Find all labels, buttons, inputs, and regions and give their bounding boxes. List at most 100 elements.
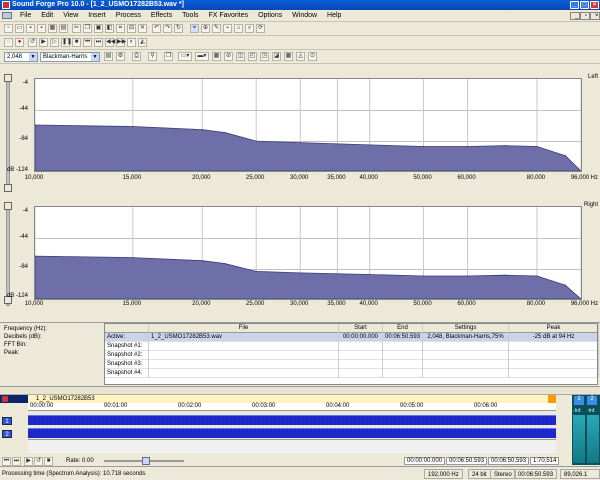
menu-window[interactable]: Window	[288, 10, 321, 22]
stop-icon[interactable]: ■	[72, 38, 81, 47]
menu-insert[interactable]: Insert	[84, 10, 110, 22]
event-tool-icon[interactable]: ⌂	[234, 24, 243, 33]
graph-type-icon[interactable]: ▭▾	[178, 52, 192, 61]
magnify-tool-icon[interactable]: ⊕	[201, 24, 210, 33]
channel-2-button[interactable]: 2	[2, 430, 12, 438]
pause-icon[interactable]: ❚❚	[61, 38, 72, 47]
cut-icon[interactable]: ✂	[72, 24, 81, 33]
play-icon[interactable]: ▷	[50, 38, 59, 47]
color-scheme-icon[interactable]: ▬▾	[195, 52, 209, 61]
menu-view[interactable]: View	[59, 10, 82, 22]
maximize-button[interactable]: □	[580, 1, 589, 9]
copy-graph-icon[interactable]: ❐	[164, 52, 173, 61]
open-folder-icon[interactable]: ▭	[15, 24, 24, 33]
delete-icon[interactable]: ✕	[138, 24, 147, 33]
properties-icon[interactable]: ▤	[59, 24, 68, 33]
pencil-tool-icon[interactable]: ✎	[212, 24, 221, 33]
time-ruler[interactable]: 00:00:00 00:01:00 00:02:00 00:03:00 00:04:00…	[28, 403, 556, 411]
mdi-minimize-button[interactable]: _	[570, 12, 580, 20]
minimize-button[interactable]: _	[570, 1, 579, 9]
column-header-settings[interactable]: Settings	[423, 324, 509, 333]
filled-graph-icon[interactable]: ▦	[212, 52, 221, 61]
redo-icon[interactable]: ↷	[163, 24, 172, 33]
save-icon[interactable]: ▪	[26, 24, 35, 33]
column-header-end[interactable]: End	[383, 324, 423, 333]
go-to-end-icon[interactable]: ⏭	[94, 38, 103, 47]
go-to-end-icon[interactable]: ⏭	[12, 457, 21, 466]
menu-edit[interactable]: Edit	[37, 10, 57, 22]
metronome-icon[interactable]: ◭	[138, 38, 147, 47]
snapshot-icon[interactable]: ▤	[104, 52, 113, 61]
refresh-icon[interactable]: ⟳	[256, 24, 265, 33]
rate-slider-knob[interactable]	[142, 457, 150, 465]
scrub-icon[interactable]: ◐	[127, 38, 136, 47]
paste-icon[interactable]: ▣	[94, 24, 103, 33]
menu-fx-favorites[interactable]: FX Favorites	[204, 10, 252, 22]
fft-size-select[interactable]: 2,048 ▼	[4, 52, 38, 62]
position-field[interactable]: 00:00:00.000	[404, 457, 446, 465]
overview-bar[interactable]	[0, 387, 600, 395]
sonogram-icon[interactable]: ◪	[272, 52, 281, 61]
play-icon[interactable]: ▶	[24, 457, 33, 466]
edit-tool-icon[interactable]: ⌖	[190, 24, 199, 33]
new-file-icon[interactable]: ▫	[4, 24, 13, 33]
play-all-icon[interactable]: ▶	[39, 38, 48, 47]
menu-options[interactable]: Options	[254, 10, 286, 22]
printer-icon[interactable]: ⎙	[132, 52, 141, 61]
go-to-start-icon[interactable]: ⏮	[83, 38, 92, 47]
column-header-start[interactable]: Start	[339, 324, 383, 333]
render-icon[interactable]: ▦	[48, 24, 57, 33]
length-field[interactable]: 00:06:50.593	[488, 457, 530, 465]
mdi-restore-button[interactable]: ▫	[580, 12, 590, 20]
mdi-close-button[interactable]: ×	[590, 12, 600, 20]
envelope-tool-icon[interactable]: ⌁	[223, 24, 232, 33]
forward-icon[interactable]: ▶▶	[116, 38, 126, 47]
lock-icon[interactable]: ⚲	[148, 52, 157, 61]
table-row[interactable]: Snapshot #4:	[105, 369, 599, 378]
repeat-icon[interactable]: ↻	[174, 24, 183, 33]
close-button[interactable]: ×	[590, 1, 599, 9]
meter-channel-1-button[interactable]: 1	[574, 396, 584, 405]
table-row[interactable]: Snapshot #2:	[105, 351, 599, 360]
peak-hold-icon[interactable]: ◬	[296, 52, 305, 61]
waveform-channel-2[interactable]	[28, 428, 556, 438]
linear-scale-icon[interactable]: ◳	[260, 52, 269, 61]
search-icon[interactable]: ⌕	[245, 24, 254, 33]
zoom-icon[interactable]: ⊙	[308, 52, 317, 61]
column-header-peak[interactable]: Peak	[509, 324, 599, 333]
meter-channel-2-button[interactable]: 2	[587, 396, 597, 405]
channel-1-button[interactable]: 1	[2, 417, 12, 425]
menu-process[interactable]: Process	[112, 10, 145, 22]
menu-help[interactable]: Help	[323, 10, 345, 22]
no-smoothing-icon[interactable]: ⊘	[224, 52, 233, 61]
menu-tools[interactable]: Tools	[178, 10, 202, 22]
marker-icon[interactable]	[548, 395, 556, 403]
grid-icon[interactable]: ▦	[284, 52, 293, 61]
menu-file[interactable]: File	[16, 10, 35, 22]
loop-playback-icon[interactable]: ↺	[28, 38, 37, 47]
rewind-icon[interactable]: ◀◀	[105, 38, 115, 47]
record-options-icon[interactable]: ◌	[4, 38, 13, 47]
crop-icon[interactable]: ⌗	[116, 24, 125, 33]
trim-icon[interactable]: ⊟	[127, 24, 136, 33]
end-field[interactable]: 00:06:50.593	[446, 457, 488, 465]
table-row[interactable]: Snapshot #1:	[105, 342, 599, 351]
waveform-channel-1[interactable]	[28, 415, 556, 425]
loop-icon[interactable]: ↺	[34, 457, 43, 466]
column-header-file[interactable]: File	[149, 324, 339, 333]
monitor-icon[interactable]: ◫	[236, 52, 245, 61]
undo-icon[interactable]: ↶	[152, 24, 161, 33]
window-type-select[interactable]: Blackman-Harris ▼	[40, 52, 100, 62]
zoom-ratio-field[interactable]: 1:70,514	[530, 457, 560, 465]
right-spectrum-graph[interactable]	[34, 206, 582, 300]
settings-icon[interactable]: ⚙	[116, 52, 125, 61]
menu-effects[interactable]: Effects	[147, 10, 176, 22]
record-icon[interactable]: ●	[15, 38, 24, 47]
log-scale-icon[interactable]: ◰	[248, 52, 257, 61]
save-as-icon[interactable]: ▪	[37, 24, 46, 33]
left-range-knob-bottom[interactable]	[4, 184, 12, 192]
table-row[interactable]: Snapshot #3:	[105, 360, 599, 369]
table-row[interactable]: Active: 1_2_USMO17282B53.wav 00:00:00.000 0…	[105, 333, 599, 342]
stop-icon[interactable]: ■	[44, 457, 53, 466]
mix-icon[interactable]: ◧	[105, 24, 114, 33]
